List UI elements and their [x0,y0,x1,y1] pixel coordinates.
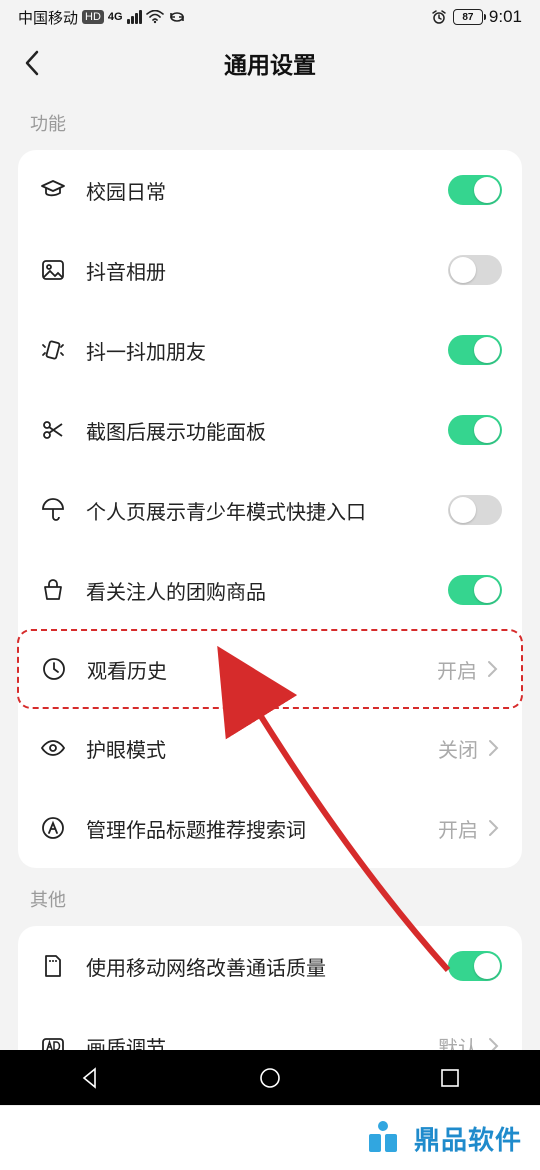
section-label-other: 其他 [0,868,540,926]
nav-recent-button[interactable] [435,1063,465,1093]
shake-icon [38,335,68,365]
network-gen: 4G [108,11,123,23]
brand-logo-icon [362,1117,404,1159]
card-func: 校园日常 抖音相册 抖一抖加朋友 截图后展示功能面板 个人页展示青少年模式快捷入… [18,150,522,868]
toggle-campus[interactable] [448,175,502,205]
row-shake[interactable]: 抖一抖加朋友 [18,310,522,390]
toggle-group[interactable] [448,575,502,605]
row-search[interactable]: 管理作品标题推荐搜索词 开启 [18,788,522,868]
row-label: 校园日常 [86,176,448,205]
row-value: 关闭 [438,734,478,763]
back-button[interactable] [16,47,48,79]
graduation-cap-icon [38,175,68,205]
image-icon [38,255,68,285]
row-youth[interactable]: 个人页展示青少年模式快捷入口 [18,470,522,550]
row-screenshot[interactable]: 截图后展示功能面板 [18,390,522,470]
android-navbar [0,1050,540,1106]
status-bar: 中国移动 HD 4G 87 9:01 [0,0,540,34]
row-group[interactable]: 看关注人的团购商品 [18,550,522,630]
row-label: 管理作品标题推荐搜索词 [86,814,438,843]
toggle-album[interactable] [448,255,502,285]
chevron-left-icon [24,50,40,76]
toggle-screenshot[interactable] [448,415,502,445]
header: 通用设置 [0,34,540,92]
clock-label: 9:01 [489,7,522,27]
signal-icon [127,10,142,24]
bag-icon [38,575,68,605]
toggle-youth[interactable] [448,495,502,525]
row-label: 观看历史 [87,655,437,684]
row-value: 开启 [438,814,478,843]
row-campus[interactable]: 校园日常 [18,150,522,230]
eye-icon [38,733,68,763]
carrier-label: 中国移动 [18,7,78,28]
chevron-right-icon [484,739,502,757]
umbrella-icon [38,495,68,525]
page-title: 通用设置 [224,46,316,80]
row-label: 护眼模式 [86,734,438,763]
clock-icon [39,654,69,684]
row-mobile[interactable]: 使用移动网络改善通话质量 [18,926,522,1006]
status-left: 中国移动 HD 4G [18,7,186,28]
row-label: 个人页展示青少年模式快捷入口 [86,496,448,525]
sync-icon [168,10,186,24]
chevron-right-icon [483,660,501,678]
letter-a-icon [38,813,68,843]
hd-badge-icon: HD [82,10,104,24]
wifi-icon [146,10,164,24]
sim-icon [38,951,68,981]
row-label: 抖一抖加朋友 [86,336,448,365]
status-right: 87 9:01 [431,7,522,27]
scissors-icon [38,415,68,445]
section-label-func: 功能 [0,92,540,150]
nav-home-button[interactable] [255,1063,285,1093]
row-history[interactable]: 观看历史 开启 [17,629,523,709]
row-eye[interactable]: 护眼模式 关闭 [18,708,522,788]
alarm-icon [431,9,447,25]
nav-back-button[interactable] [75,1063,105,1093]
watermark-footer: 鼎品软件 [0,1106,540,1170]
chevron-right-icon [484,819,502,837]
row-label: 抖音相册 [86,256,448,285]
toggle-mobile[interactable] [448,951,502,981]
row-value: 开启 [437,655,477,684]
row-label: 使用移动网络改善通话质量 [86,952,448,981]
battery-icon: 87 [453,9,483,25]
row-album[interactable]: 抖音相册 [18,230,522,310]
brand-label: 鼎品软件 [414,1120,522,1157]
toggle-shake[interactable] [448,335,502,365]
battery-percent: 87 [462,12,473,23]
row-label: 看关注人的团购商品 [86,576,448,605]
row-label: 截图后展示功能面板 [86,416,448,445]
